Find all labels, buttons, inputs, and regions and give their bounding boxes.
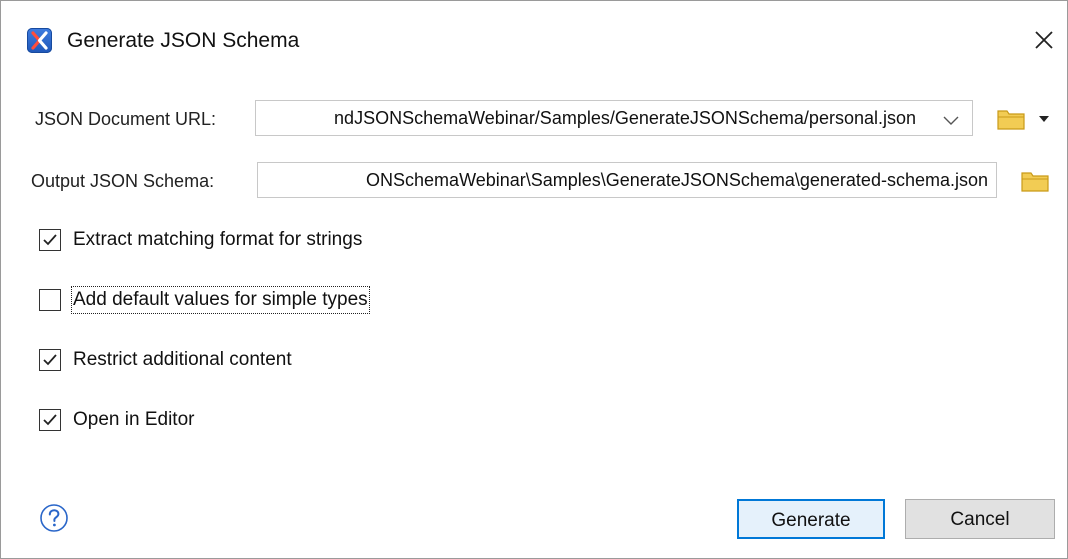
checkmark-icon xyxy=(43,414,57,426)
output-schema-label: Output JSON Schema: xyxy=(31,171,215,191)
restrict-additional-label[interactable]: Restrict additional content xyxy=(73,348,292,372)
output-schema-value: ONSchemaWebinar\Samples\GenerateJSONSche… xyxy=(366,170,988,190)
json-url-combobox[interactable]: ndJSONSchemaWebinar/Samples/GenerateJSON… xyxy=(255,100,973,136)
restrict-additional-checkbox[interactable] xyxy=(39,349,61,371)
add-default-values-checkbox[interactable] xyxy=(39,289,61,311)
close-icon xyxy=(1035,31,1053,49)
json-url-value: ndJSONSchemaWebinar/Samples/GenerateJSON… xyxy=(334,108,916,128)
checkmark-icon xyxy=(43,354,57,366)
open-in-editor-checkbox[interactable] xyxy=(39,409,61,431)
oxygen-app-icon xyxy=(27,28,52,53)
dialog-title: Generate JSON Schema xyxy=(67,29,300,52)
generate-json-schema-dialog: Generate JSON Schema JSON Document URL: … xyxy=(0,0,1068,559)
checkmark-icon xyxy=(43,234,57,246)
help-icon[interactable] xyxy=(39,503,69,533)
cancel-button[interactable]: Cancel xyxy=(905,499,1055,539)
chevron-down-icon[interactable] xyxy=(942,114,960,126)
triangle-down-icon[interactable] xyxy=(1039,115,1049,123)
folder-icon[interactable] xyxy=(1021,170,1049,192)
folder-icon[interactable] xyxy=(997,108,1025,130)
extract-format-checkbox[interactable] xyxy=(39,229,61,251)
add-default-values-label[interactable]: Add default values for simple types xyxy=(71,286,370,314)
title-bar: Generate JSON Schema xyxy=(1,1,1067,79)
output-schema-field[interactable]: ONSchemaWebinar\Samples\GenerateJSONSche… xyxy=(257,162,997,198)
json-url-label: JSON Document URL: xyxy=(35,109,217,129)
close-button[interactable] xyxy=(1033,29,1055,51)
open-in-editor-label[interactable]: Open in Editor xyxy=(73,408,194,432)
extract-format-label[interactable]: Extract matching format for strings xyxy=(73,228,362,252)
generate-button[interactable]: Generate xyxy=(737,499,885,539)
